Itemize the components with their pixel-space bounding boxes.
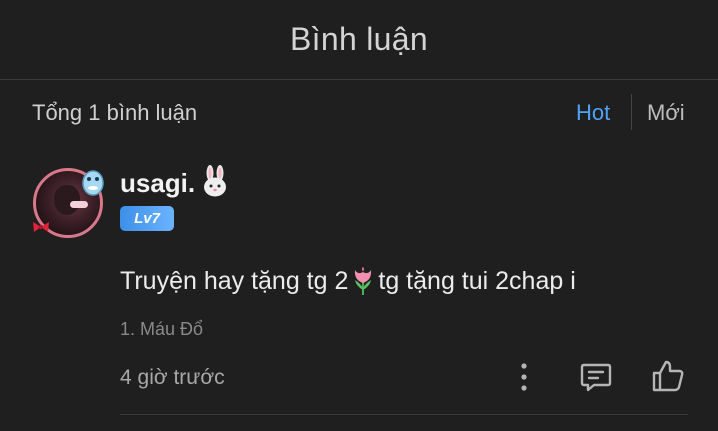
like-icon[interactable] [650, 358, 686, 394]
avatar-frame-decoration-icon [82, 170, 104, 196]
bunny-icon [204, 165, 226, 197]
tulip-icon [355, 267, 372, 295]
username[interactable]: usagi. [120, 168, 195, 199]
reply-icon[interactable] [578, 359, 614, 395]
comment-text-part: tg tặng tui 2chap i [378, 266, 576, 295]
level-badge: Lv7 [120, 206, 174, 231]
comment-text-part: Truyện hay tặng tg 2 [120, 266, 349, 295]
chapter-reference[interactable]: 1. Máu Đổ [120, 319, 203, 340]
sort-divider [631, 94, 632, 130]
avatar-portrait [54, 185, 80, 215]
more-icon[interactable] [512, 360, 536, 394]
page-title: Bình luận [290, 21, 428, 57]
sort-new-tab[interactable]: Mới [647, 100, 685, 126]
avatar[interactable] [33, 168, 104, 238]
page-header: Bình luận [0, 0, 718, 80]
sort-hot-tab[interactable]: Hot [576, 100, 610, 126]
comment-item: usagi. Lv7 Truyện hay tặng tg 2 tg tặng … [0, 150, 718, 431]
bow-icon [33, 222, 49, 232]
comment-filter-bar: Tổng 1 bình luận Hot Mới [0, 80, 718, 146]
comment-body: Truyện hay tặng tg 2 tg tặng tui 2chap i [120, 266, 576, 296]
comment-count: Tổng 1 bình luận [32, 100, 198, 125]
comment-timestamp: 4 giờ trước [120, 366, 225, 389]
comment-divider [120, 414, 688, 415]
avatar-highlight [70, 201, 88, 208]
